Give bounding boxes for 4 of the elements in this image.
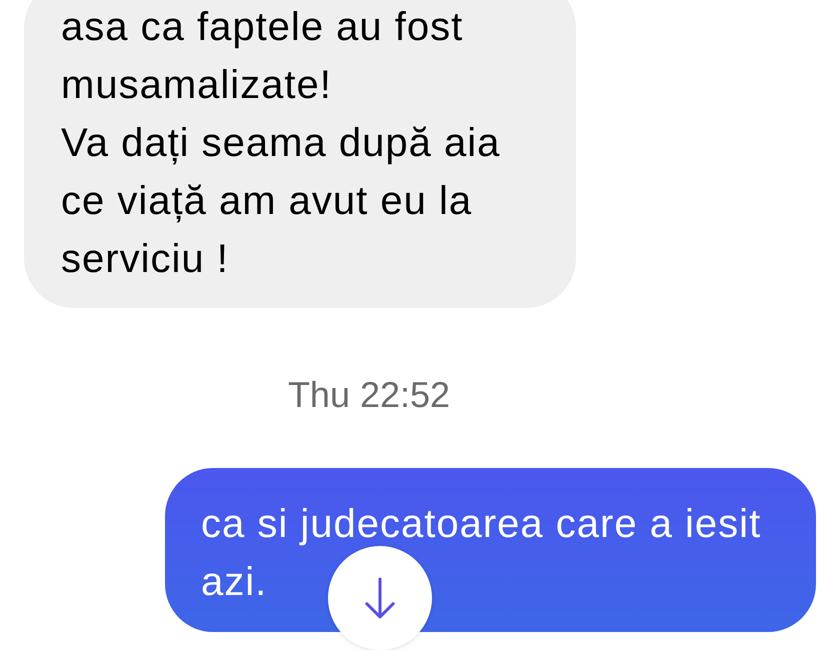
received-message-bubble: asa ca faptele au fost musamalizate! Va dați seama după aia ce viață am avut eu la serviciu !: [24, 0, 576, 308]
arrow-down-icon: [363, 577, 397, 619]
message-timestamp: Thu 22:52: [288, 373, 450, 417]
sent-message-bubble: ca si judecatoarea care a iesit azi.: [165, 468, 816, 632]
